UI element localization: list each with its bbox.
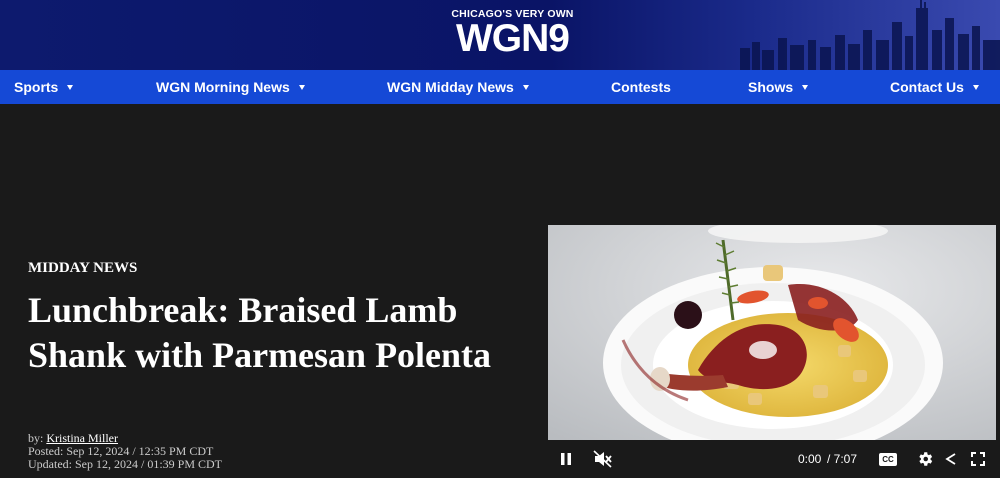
- mute-icon: [593, 450, 612, 468]
- fullscreen-icon: [971, 452, 985, 466]
- share-icon: [945, 453, 956, 465]
- video-controls: 0:00 / 7:07 CC: [548, 440, 1000, 478]
- article-title: Lunchbreak: Braised Lamb Shank with Parm…: [28, 290, 492, 375]
- caret-down-icon: [67, 85, 74, 90]
- chicago-skyline-image: [740, 0, 1000, 70]
- nav-item-label: Shows: [748, 79, 794, 95]
- mute-button[interactable]: [592, 440, 614, 478]
- nav-item-sports[interactable]: Sports: [14, 70, 74, 104]
- nav-item-contests[interactable]: Contests: [611, 70, 671, 104]
- caret-down-icon: [298, 85, 305, 90]
- article-meta: by: Kristina Miller Posted: Sep 12, 2024…: [28, 432, 222, 471]
- author-link[interactable]: Kristina Miller: [46, 431, 118, 445]
- nav-item-wgn-midday-news[interactable]: WGN Midday News: [387, 70, 529, 104]
- nav-item-shows[interactable]: Shows: [748, 70, 809, 104]
- pause-icon: [561, 453, 571, 465]
- nav-item-contact-us[interactable]: Contact Us: [890, 70, 979, 104]
- current-time: 0:00: [798, 452, 822, 466]
- cc-icon: CC: [879, 452, 897, 466]
- nav-item-label: Contests: [611, 79, 671, 95]
- caret-down-icon: [972, 85, 979, 90]
- byline-prefix: by:: [28, 431, 44, 445]
- captions-button[interactable]: CC: [878, 440, 898, 478]
- video-frame-food-image: [548, 225, 996, 440]
- wgn9-logo[interactable]: CHICAGO'S VERY OWN WGN9: [440, 8, 585, 60]
- gear-icon: [919, 452, 933, 466]
- nav-item-label: WGN Midday News: [387, 79, 514, 95]
- logo-wordmark: WGN9: [456, 17, 570, 60]
- pause-button[interactable]: [556, 440, 576, 478]
- nav-item-label: WGN Morning News: [156, 79, 290, 95]
- nav-item-label: Sports: [14, 79, 59, 95]
- share-button[interactable]: [942, 440, 960, 478]
- nav-item-label: Contact Us: [890, 79, 964, 95]
- nav-item-wgn-morning-news[interactable]: WGN Morning News: [156, 70, 305, 104]
- video-player[interactable]: [548, 225, 996, 440]
- main-nav: Sports WGN Morning News WGN Midday News …: [0, 70, 1000, 104]
- duration: / 7:07: [827, 452, 858, 466]
- fullscreen-button[interactable]: [968, 440, 988, 478]
- article-category-link[interactable]: MIDDAY NEWS: [28, 260, 137, 277]
- site-header: CHICAGO'S VERY OWN WGN9: [0, 0, 1000, 70]
- caret-down-icon: [802, 85, 809, 90]
- caret-down-icon: [522, 85, 529, 90]
- settings-button[interactable]: [914, 440, 936, 478]
- updated-date: Updated: Sep 12, 2024 / 01:39 PM CDT: [28, 457, 222, 471]
